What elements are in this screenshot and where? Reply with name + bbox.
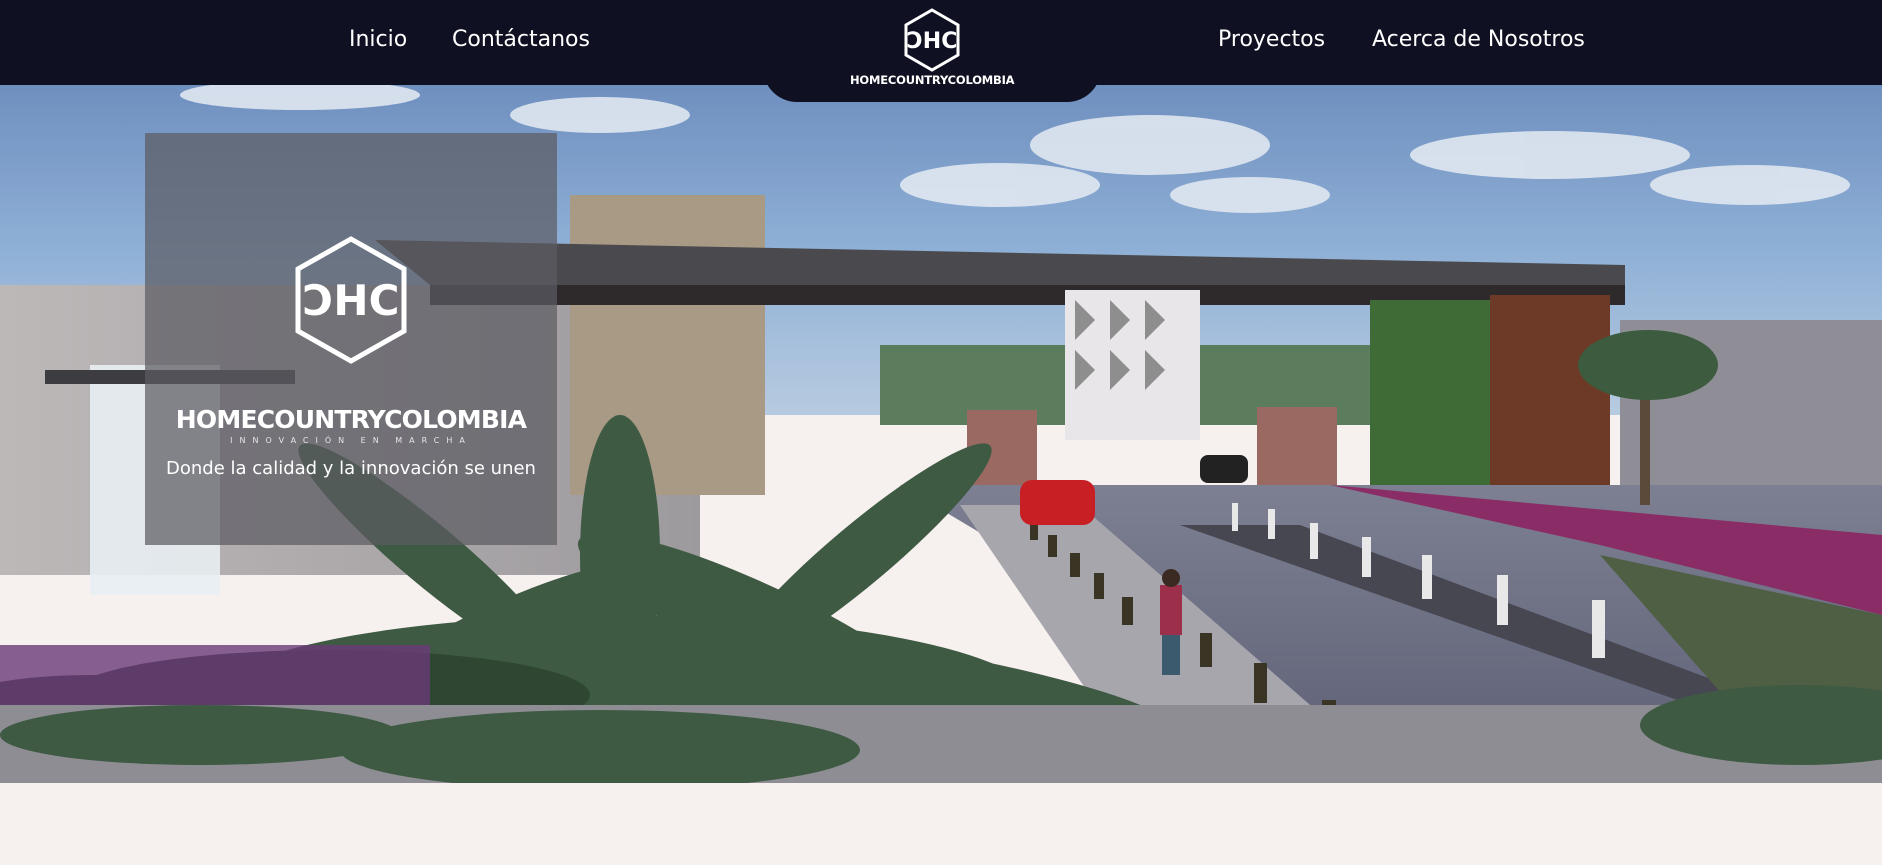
navbar-brand-text: HOMECOUNTRYCOLOMBIA (850, 73, 1015, 87)
nav-link-inicio[interactable]: Inicio (349, 25, 407, 55)
hexagon-hc-logo-icon: ƆHC (295, 236, 407, 364)
svg-text:ƆHC: ƆHC (907, 29, 958, 54)
hero-overlay-card: ƆHC HOMECOUNTRYCOLOMBIA INNOVACIÓN EN MA… (145, 133, 557, 545)
page-content-area (0, 783, 1882, 865)
hero-tagline: Donde la calidad y la innovación se unen (166, 458, 536, 479)
svg-text:ƆHC: ƆHC (303, 276, 400, 325)
nav-link-contactanos[interactable]: Contáctanos (452, 25, 590, 55)
hero-banner: ƆHC HOMECOUNTRYCOLOMBIA INNOVACIÓN EN MA… (0, 85, 1882, 783)
hero-brand-subtitle: INNOVACIÓN EN MARCHA (230, 436, 472, 445)
hero-brand-name: HOMECOUNTRYCOLOMBIA (175, 405, 527, 434)
nav-link-acerca[interactable]: Acerca de Nosotros (1372, 25, 1585, 55)
hexagon-hc-logo-icon: ƆHC (904, 8, 960, 72)
navbar-logo[interactable]: ƆHC HOMECOUNTRYCOLOMBIA (850, 8, 1015, 88)
nav-link-proyectos[interactable]: Proyectos (1218, 25, 1325, 55)
